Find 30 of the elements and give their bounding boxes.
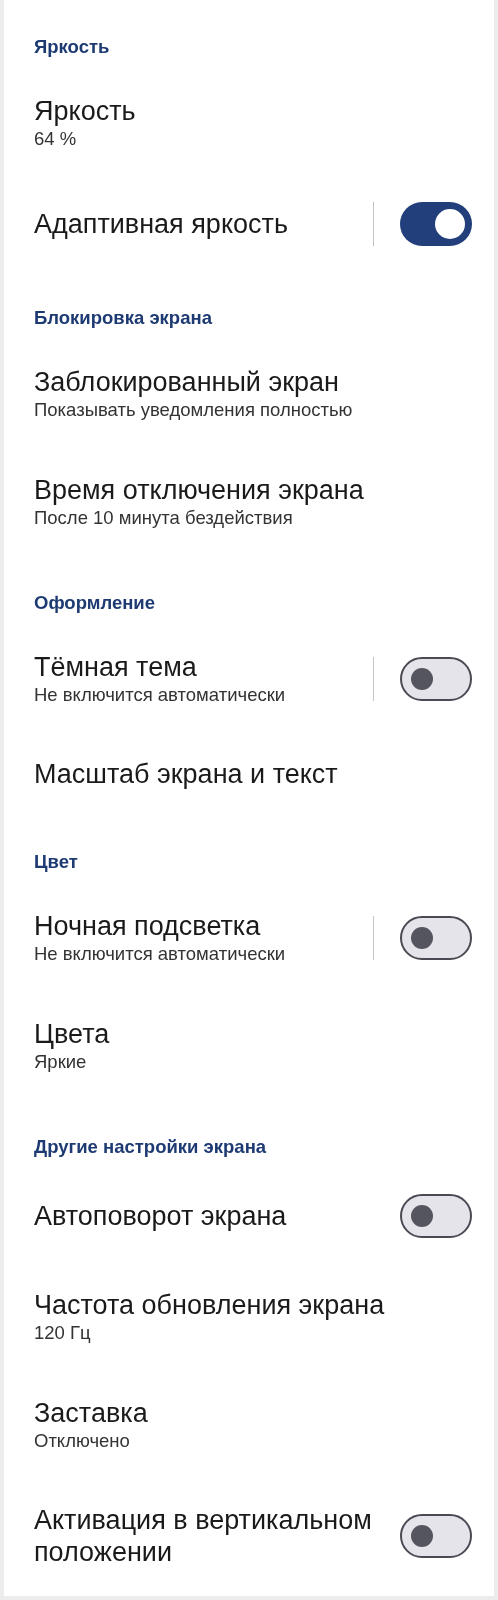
setting-title[interactable]: Автоповорот экрана bbox=[34, 1200, 287, 1232]
setting-title[interactable]: Адаптивная яркость bbox=[34, 208, 288, 240]
setting-title[interactable]: Заблокированный экран bbox=[34, 366, 339, 398]
setting-summary: Не включится автоматически bbox=[34, 683, 286, 707]
setting-title[interactable]: Тёмная тема bbox=[34, 651, 197, 683]
setting-summary: Отключено bbox=[34, 1429, 130, 1453]
toggle-switch[interactable] bbox=[400, 202, 472, 246]
section-header: Другие настройки экрана bbox=[34, 1136, 267, 1158]
section-header: Яркость bbox=[34, 36, 110, 58]
toggle-switch[interactable] bbox=[400, 1194, 472, 1238]
setting-summary: Яркие bbox=[34, 1050, 87, 1074]
setting-title[interactable]: Масштаб экрана и текст bbox=[34, 758, 338, 790]
setting-summary: После 10 минута бездействия bbox=[34, 506, 293, 530]
setting-summary: 64 % bbox=[34, 127, 77, 151]
setting-summary: Показывать уведомления полностью bbox=[34, 398, 353, 422]
setting-title[interactable]: Время отключения экрана bbox=[34, 474, 364, 506]
toggle-switch[interactable] bbox=[400, 1514, 472, 1558]
section-header: Цвет bbox=[34, 851, 78, 873]
section-header: Блокировка экрана bbox=[34, 307, 212, 329]
setting-title[interactable]: Цвета bbox=[34, 1018, 110, 1050]
setting-title[interactable]: Заставка bbox=[34, 1397, 148, 1429]
toggle-switch[interactable] bbox=[400, 916, 472, 960]
setting-title[interactable]: Яркость bbox=[34, 95, 136, 127]
toggle-switch[interactable] bbox=[400, 657, 472, 701]
setting-summary: 120 Гц bbox=[34, 1321, 91, 1345]
setting-title[interactable]: Ночная подсветка bbox=[34, 910, 261, 942]
setting-title[interactable]: Активация в вертикальном положении bbox=[34, 1504, 374, 1568]
setting-summary: Не включится автоматически bbox=[34, 942, 286, 966]
section-header: Оформление bbox=[34, 592, 155, 614]
setting-title[interactable]: Частота обновления экрана bbox=[34, 1289, 385, 1321]
